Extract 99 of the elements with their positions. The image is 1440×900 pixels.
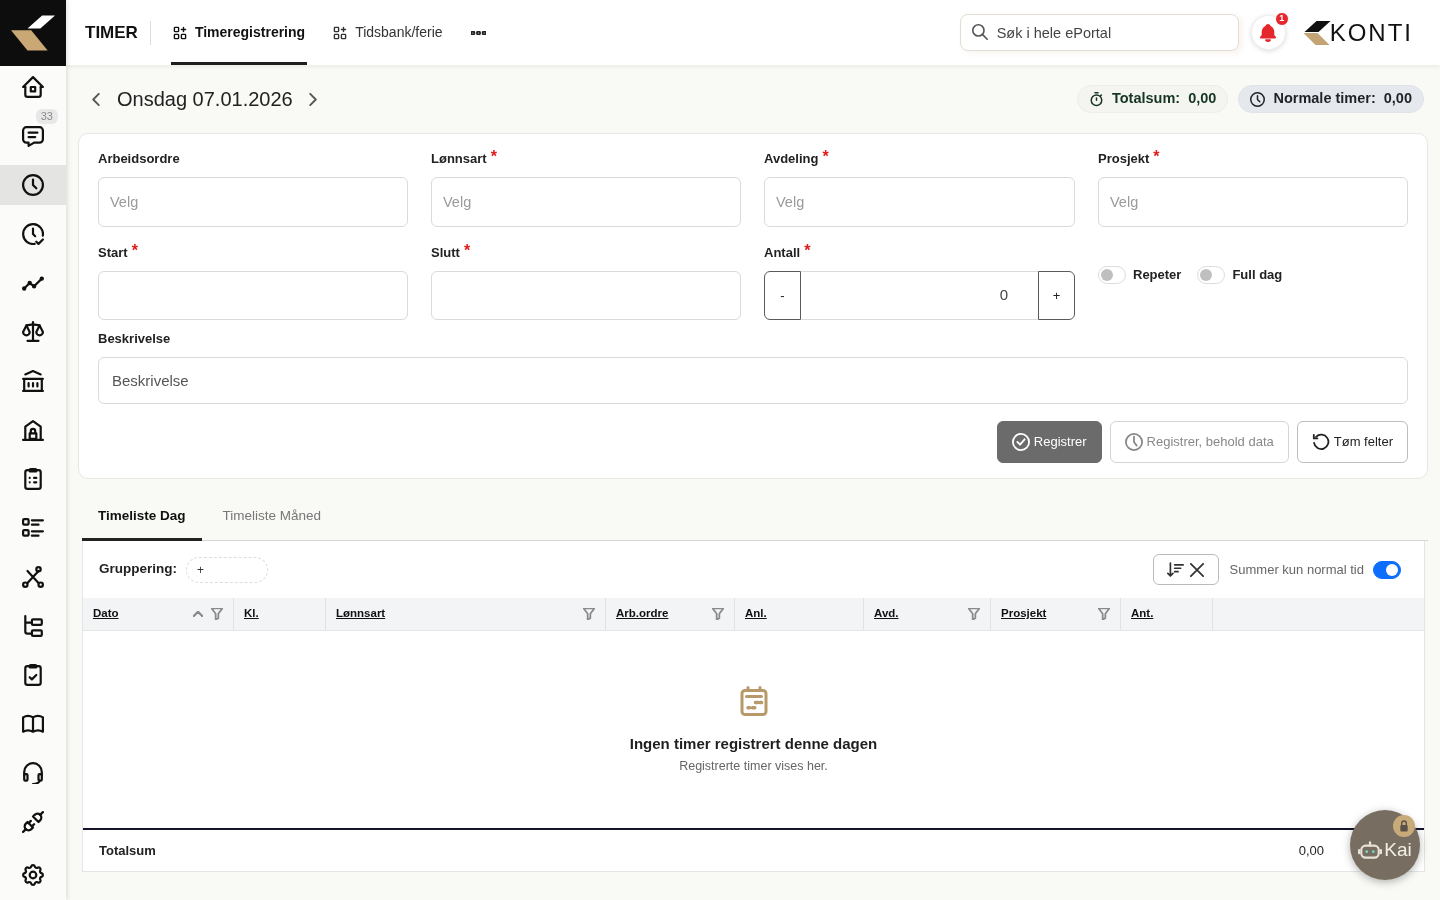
quantity-field[interactable]: 0 bbox=[801, 271, 1038, 320]
sidebar-item[interactable] bbox=[0, 165, 66, 205]
calendar-icon bbox=[738, 686, 769, 716]
summary-value: 0,00 bbox=[1383, 89, 1412, 109]
clock-icon bbox=[1124, 433, 1143, 451]
notifications-button[interactable]: 1 bbox=[1250, 15, 1286, 50]
stopwatch-icon bbox=[1089, 91, 1104, 107]
toggle-label: Full dag bbox=[1232, 266, 1283, 284]
increment-button[interactable]: + bbox=[1038, 271, 1075, 320]
grouping-label: Gruppering: bbox=[99, 560, 177, 579]
select-field[interactable]: Velg bbox=[431, 177, 741, 227]
required-mark: * bbox=[463, 245, 471, 257]
more-button[interactable] bbox=[470, 30, 486, 35]
description-field[interactable]: Beskrivelse bbox=[98, 357, 1408, 404]
summary-value: 0,00 bbox=[1188, 89, 1217, 109]
column-header[interactable]: Anl. bbox=[745, 605, 767, 623]
book-icon bbox=[22, 713, 44, 735]
scale-icon bbox=[22, 321, 44, 343]
section-title: TIMER bbox=[85, 20, 151, 45]
x-icon bbox=[1190, 562, 1205, 577]
plug-icon bbox=[22, 811, 44, 833]
settings-icon bbox=[22, 864, 44, 886]
clock-check-icon bbox=[22, 223, 44, 245]
bank-icon bbox=[22, 370, 44, 392]
decrement-button[interactable]: - bbox=[764, 271, 801, 320]
date-title: Onsdag 07.01.2026 bbox=[117, 87, 293, 112]
field-label: Beskrivelse bbox=[98, 331, 171, 347]
column-header[interactable]: Lønnsart bbox=[336, 605, 386, 623]
field-label: Lønnsart bbox=[431, 151, 487, 167]
hierarchy-icon bbox=[22, 615, 44, 637]
toggle-label: Repeter bbox=[1133, 266, 1182, 284]
total-label: Totalsum bbox=[99, 841, 156, 860]
field-label: Slutt bbox=[431, 245, 460, 261]
notification-badge: 1 bbox=[1274, 12, 1289, 26]
column-header[interactable]: Avd. bbox=[874, 605, 899, 623]
robot-icon bbox=[1358, 840, 1383, 860]
column-header[interactable]: Dato bbox=[93, 605, 119, 623]
nav-tab[interactable]: Tidsbank/ferie bbox=[331, 0, 445, 65]
column-header[interactable]: Prosjekt bbox=[1001, 605, 1047, 623]
sort-icon bbox=[1167, 562, 1185, 577]
logo-icon bbox=[1301, 20, 1332, 45]
field-label: Avdeling bbox=[764, 151, 819, 167]
required-mark: * bbox=[131, 245, 138, 257]
select-field[interactable]: Velg bbox=[98, 177, 408, 227]
total-value: 0,00 bbox=[1298, 841, 1324, 860]
nav-tab[interactable]: Timeregistrering bbox=[170, 0, 308, 65]
empty-state-title: Ingen timer registrert denne dagen bbox=[629, 734, 878, 754]
column-header[interactable]: Kl. bbox=[244, 605, 259, 623]
field-label: Arbeidsordre bbox=[98, 151, 180, 167]
refresh-icon bbox=[1311, 433, 1330, 451]
headset-icon bbox=[22, 762, 44, 784]
column-header[interactable]: Arb.ordre bbox=[616, 605, 669, 623]
search-field[interactable]: Søk i hele ePortal bbox=[959, 14, 1239, 51]
chevron-left-icon bbox=[92, 92, 100, 106]
next-day-button[interactable] bbox=[308, 92, 317, 106]
clipboard-check-icon bbox=[22, 664, 44, 686]
count-badge: 33 bbox=[35, 109, 58, 124]
time-field[interactable] bbox=[98, 271, 408, 320]
clock-icon bbox=[1250, 91, 1266, 107]
nodes-icon bbox=[22, 566, 44, 588]
brand-name: KONTI bbox=[1329, 19, 1413, 46]
home-icon bbox=[22, 76, 44, 98]
field-label: Antall bbox=[764, 245, 801, 261]
required-mark: * bbox=[490, 151, 497, 163]
clock-icon bbox=[22, 174, 44, 196]
column-header[interactable]: Ant. bbox=[1131, 605, 1154, 623]
add-grouping-button[interactable]: + bbox=[186, 556, 268, 583]
more-icon bbox=[470, 30, 486, 35]
clipboard-icon bbox=[22, 468, 44, 490]
summary-label: Normale timer: bbox=[1273, 89, 1376, 109]
search-icon bbox=[971, 24, 988, 40]
toggle-label: Summer kun normal tid bbox=[1229, 560, 1364, 579]
list-tab[interactable]: Timeliste Måned bbox=[206, 495, 338, 541]
chat-icon bbox=[22, 125, 44, 147]
previous-day-button[interactable] bbox=[92, 92, 100, 106]
apps-icon bbox=[333, 25, 348, 40]
required-mark: * bbox=[804, 245, 811, 257]
clear-fields-button[interactable]: Tøm felter bbox=[1296, 421, 1408, 463]
toggle-switch[interactable] bbox=[1373, 560, 1401, 579]
empty-state-text: Registrerte timer vises her. bbox=[679, 758, 828, 774]
chevron-right-icon bbox=[308, 92, 317, 106]
apps-icon bbox=[172, 25, 187, 40]
register-keep-button[interactable]: Registrer, behold data bbox=[1109, 421, 1289, 463]
register-button[interactable]: Registrer bbox=[996, 421, 1102, 463]
building-lock-icon bbox=[22, 419, 44, 441]
time-field[interactable] bbox=[431, 271, 741, 320]
required-mark: * bbox=[1153, 151, 1160, 163]
select-field[interactable]: Velg bbox=[764, 177, 1075, 227]
list-icon bbox=[22, 517, 44, 539]
required-mark: * bbox=[822, 151, 829, 163]
field-label: Prosjekt bbox=[1098, 151, 1150, 167]
field-label: Start bbox=[98, 245, 128, 261]
check-circle-icon bbox=[1011, 433, 1030, 451]
summary-label: Totalsum: bbox=[1112, 89, 1181, 109]
lock-icon bbox=[1393, 815, 1415, 837]
logo-icon bbox=[11, 14, 55, 52]
select-field[interactable]: Velg bbox=[1098, 177, 1408, 227]
clear-sort-button[interactable] bbox=[1152, 554, 1219, 585]
bell-icon bbox=[1259, 23, 1278, 42]
